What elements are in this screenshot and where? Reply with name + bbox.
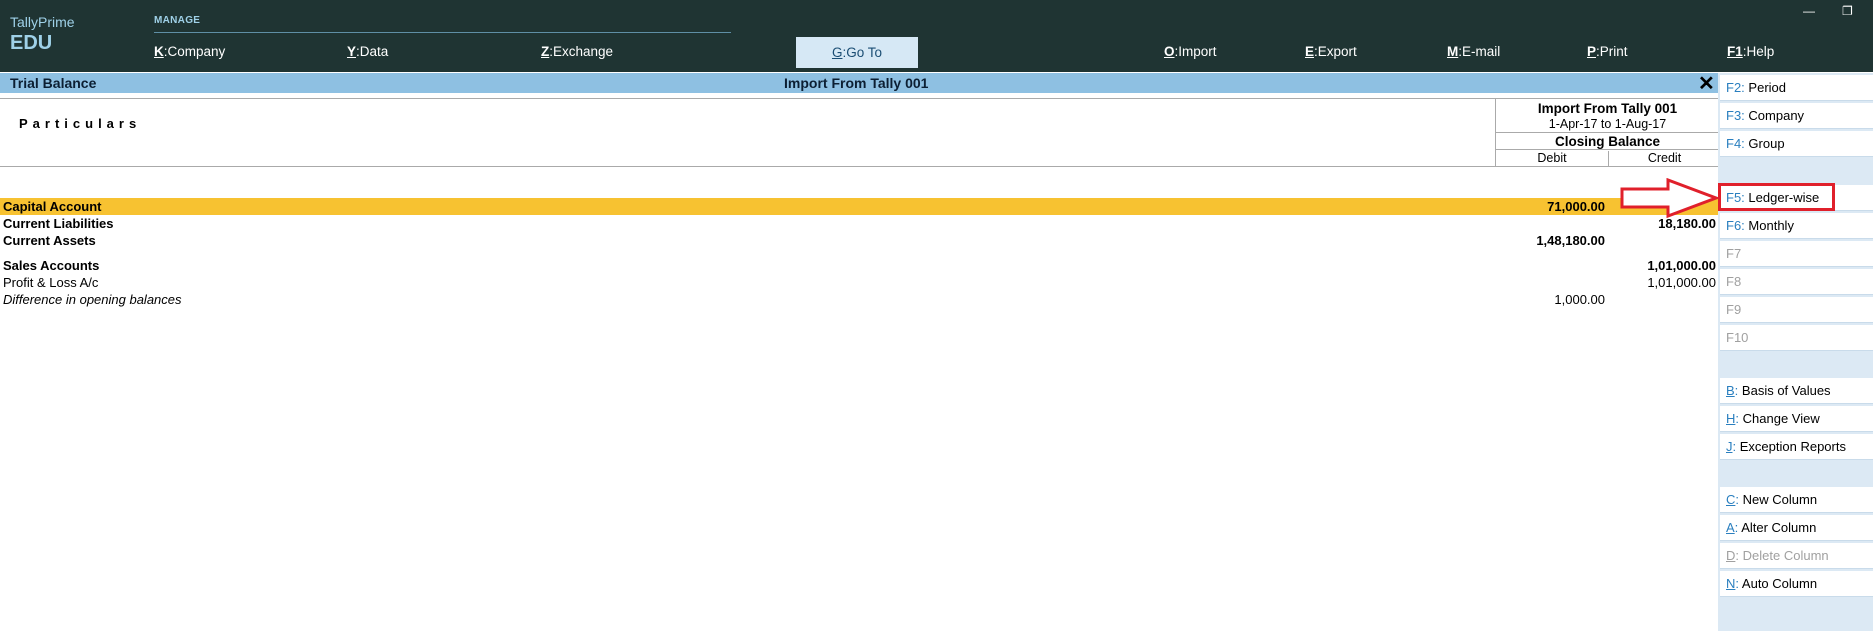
alter-column-button[interactable]: A: Alter Column <box>1720 515 1873 541</box>
period-button[interactable]: F2: Period <box>1720 75 1873 101</box>
ledger-wise-highlight <box>1718 183 1835 211</box>
new-column-button[interactable]: C: New Column <box>1720 487 1873 513</box>
row-name: Difference in opening balances <box>3 292 182 307</box>
brand-name: TallyPrime <box>10 14 75 30</box>
table-row[interactable]: Current Assets 1,48,180.00 <box>0 232 1718 249</box>
row-name: Current Liabilities <box>3 216 114 231</box>
column-company: Import From Tally 001 <box>1537 101 1678 116</box>
column-divider <box>1496 149 1719 150</box>
table-row[interactable]: Sales Accounts 1,01,000.00 <box>0 257 1718 274</box>
column-period: 1-Apr-17 to 1-Aug-17 <box>1548 117 1667 131</box>
change-view-button[interactable]: H: Change View <box>1720 406 1873 432</box>
exception-reports-button[interactable]: J: Exception Reports <box>1720 434 1873 460</box>
column-debit: Debit <box>1537 151 1567 165</box>
column-balance-type: Closing Balance <box>1554 134 1661 149</box>
row-credit: 18,180.00 <box>1658 216 1716 231</box>
menu-go-to[interactable]: G:Go To <box>796 37 918 68</box>
annotation-arrow-icon <box>1620 178 1720 218</box>
basis-of-values-button[interactable]: B: Basis of Values <box>1720 378 1873 404</box>
monthly-button[interactable]: F6: Monthly <box>1720 213 1873 239</box>
table-row[interactable]: Difference in opening balances 1,000.00 <box>0 291 1718 308</box>
menu-export[interactable]: E:Export <box>1305 44 1357 59</box>
f10-button: F10 <box>1720 325 1873 351</box>
top-bar: TallyPrime EDU MANAGE K:Company Y:Data Z… <box>0 0 1873 72</box>
row-debit: 1,48,180.00 <box>1536 233 1605 248</box>
header-divider-bottom <box>0 166 1718 167</box>
table-row[interactable]: Capital Account 71,000.00 <box>0 198 1718 215</box>
f8-button: F8 <box>1720 269 1873 295</box>
row-debit: 71,000.00 <box>1547 199 1605 214</box>
menu-exchange[interactable]: Z:Exchange <box>541 44 613 59</box>
restore-icon[interactable]: ❐ <box>1842 4 1853 18</box>
company-title: Import From Tally 001 <box>784 75 929 91</box>
report-title-bar: Trial Balance Import From Tally 001 ✕ <box>0 71 1718 96</box>
column-header[interactable]: Import From Tally 001 1-Apr-17 to 1-Aug-… <box>1495 99 1719 166</box>
menu-import[interactable]: O:Import <box>1164 44 1217 59</box>
row-credit: 1,01,000.00 <box>1647 275 1716 290</box>
f9-button: F9 <box>1720 297 1873 323</box>
menu-print[interactable]: P:Print <box>1587 44 1628 59</box>
manage-divider <box>154 32 731 33</box>
table-row[interactable]: Current Liabilities 18,180.00 <box>0 215 1718 232</box>
table-row[interactable]: Profit & Loss A/c 1,01,000.00 <box>0 274 1718 291</box>
delete-column-button: D: Delete Column <box>1720 543 1873 569</box>
menu-company[interactable]: K:Company <box>154 44 225 59</box>
menu-email[interactable]: M:E-mail <box>1447 44 1500 59</box>
column-credit: Credit <box>1608 151 1720 166</box>
row-name: Profit & Loss A/c <box>3 275 99 290</box>
row-name: Current Assets <box>3 233 96 248</box>
menu-help[interactable]: F1:Help <box>1727 44 1774 59</box>
close-icon[interactable]: ✕ <box>1698 71 1715 96</box>
row-name: Sales Accounts <box>3 258 100 273</box>
menu-data[interactable]: Y:Data <box>347 44 388 59</box>
header-divider-top <box>0 98 1718 99</box>
row-name: Capital Account <box>3 199 102 214</box>
row-credit: 1,01,000.00 <box>1647 258 1716 273</box>
report-title: Trial Balance <box>10 75 97 91</box>
column-divider <box>1496 132 1719 133</box>
manage-section-label: MANAGE <box>154 15 201 26</box>
brand-edition: EDU <box>10 32 53 54</box>
row-debit: 1,000.00 <box>1554 292 1605 307</box>
particulars-heading: Particulars <box>19 116 142 131</box>
company-button[interactable]: F3: Company <box>1720 103 1873 129</box>
auto-column-button[interactable]: N: Auto Column <box>1720 571 1873 597</box>
minimize-icon[interactable]: — <box>1803 4 1815 18</box>
group-button[interactable]: F4: Group <box>1720 131 1873 157</box>
f7-button: F7 <box>1720 241 1873 267</box>
